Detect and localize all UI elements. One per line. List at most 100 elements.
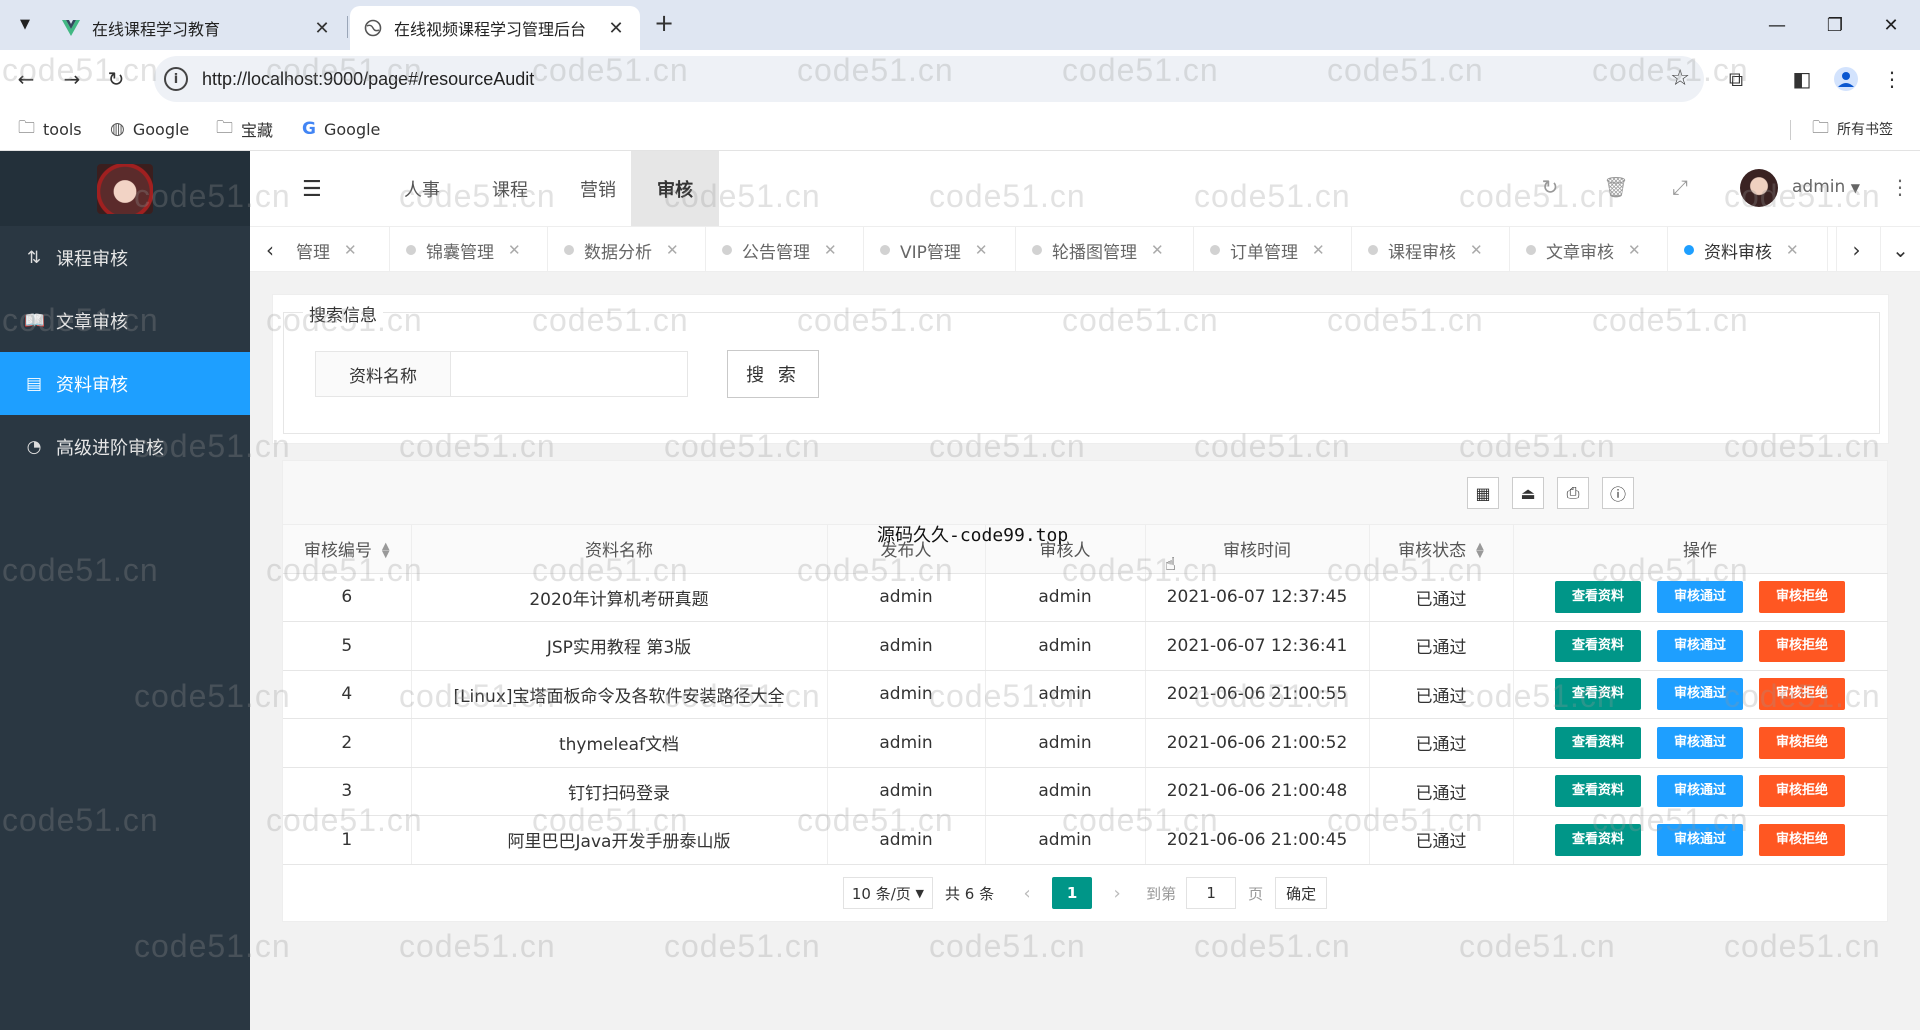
- minimize-icon[interactable]: —: [1748, 0, 1806, 50]
- goto-confirm-button[interactable]: 确定: [1275, 877, 1328, 909]
- page-tab[interactable]: 公告管理 ✕: [706, 227, 864, 271]
- close-icon[interactable]: ✕: [1312, 241, 1325, 259]
- close-icon[interactable]: ✕: [508, 241, 521, 259]
- view-resource-button[interactable]: 查看资料: [1555, 629, 1641, 662]
- page-tab[interactable]: 课程审核 ✕: [1352, 227, 1510, 271]
- per-page-select[interactable]: 10 条/页 ▼: [842, 877, 934, 909]
- close-icon[interactable]: ✕: [1786, 241, 1799, 259]
- bookmark-star-icon[interactable]: ☆: [1670, 66, 1690, 91]
- new-tab-icon[interactable]: +: [650, 10, 678, 38]
- table-row: 3 钉钉扫码登录 admin admin 2021-06-06 21:00:48…: [283, 767, 1888, 816]
- more-vertical-icon[interactable]: ⋮: [1890, 175, 1910, 199]
- address-bar[interactable]: i http://localhost:9000/page#/resourceAu…: [154, 56, 1704, 102]
- sidebar-item-resource-audit[interactable]: ▤ 资料审核: [0, 352, 250, 415]
- reject-button[interactable]: 审核拒绝: [1759, 726, 1845, 759]
- reject-button[interactable]: 审核拒绝: [1759, 581, 1845, 614]
- forward-icon[interactable]: →: [56, 63, 88, 95]
- window-close-icon[interactable]: ✕: [1862, 0, 1920, 50]
- page-tab[interactable]: 管理 ✕: [280, 227, 390, 271]
- tab-search-chevron-icon[interactable]: ▼: [10, 9, 40, 39]
- page-tab-label: 订单管理: [1230, 242, 1298, 263]
- tabs-next-icon[interactable]: ›: [1836, 227, 1876, 271]
- bookmark-tools[interactable]: 🗀 tools: [18, 116, 82, 142]
- sidebar-item-course-audit[interactable]: ⇅ 课程审核: [0, 226, 250, 289]
- page-tab[interactable]: 文章审核 ✕: [1510, 227, 1668, 271]
- close-icon[interactable]: ✕: [824, 241, 837, 259]
- page-tab[interactable]: 订单管理 ✕: [1194, 227, 1352, 271]
- site-info-icon[interactable]: i: [164, 67, 188, 91]
- sort-icon[interactable]: ▲ ▼: [1476, 542, 1484, 560]
- browser-tab-inactive[interactable]: 在线课程学习教育 ✕: [48, 6, 346, 50]
- view-resource-button[interactable]: 查看资料: [1555, 581, 1641, 614]
- all-bookmarks[interactable]: 🗀 所有书签: [1812, 116, 1893, 142]
- prev-page-icon[interactable]: ‹: [1012, 883, 1042, 904]
- sort-icon[interactable]: ▲ ▼: [382, 542, 390, 560]
- topnav-hr[interactable]: 人事: [378, 151, 466, 226]
- export-icon[interactable]: ⏏: [1512, 477, 1544, 509]
- next-page-icon[interactable]: ›: [1102, 883, 1132, 904]
- print-icon[interactable]: ⎙: [1557, 477, 1589, 509]
- refresh-icon[interactable]: ↻: [1536, 175, 1564, 199]
- table-panel: ▦ ⏏ ⎙ ⓘ 源码久久-code99.top 审核编号 ▲ ▼ 资料名称 发布人 …: [282, 460, 1888, 922]
- browser-menu-icon[interactable]: ⋮: [1876, 63, 1908, 95]
- page-tab[interactable]: VIP管理 ✕: [864, 227, 1016, 271]
- profile-icon[interactable]: [1830, 63, 1862, 95]
- approve-button[interactable]: 审核通过: [1657, 629, 1743, 662]
- restore-icon[interactable]: ❐: [1806, 0, 1864, 50]
- tabs-dropdown-icon[interactable]: ⌄: [1880, 227, 1920, 271]
- reject-button[interactable]: 审核拒绝: [1759, 678, 1845, 711]
- extensions-icon[interactable]: ⧉: [1720, 63, 1752, 95]
- close-icon[interactable]: ✕: [1628, 241, 1641, 259]
- topnav-marketing[interactable]: 营销: [554, 151, 642, 226]
- current-page[interactable]: 1: [1052, 877, 1093, 909]
- reject-button[interactable]: 审核拒绝: [1759, 775, 1845, 808]
- sidebar-item-advanced-audit[interactable]: ◔ 高级进阶审核: [0, 415, 250, 478]
- view-resource-button[interactable]: 查看资料: [1555, 678, 1641, 711]
- side-panel-icon[interactable]: ◧: [1786, 63, 1818, 95]
- menu-toggle-icon[interactable]: ☰: [302, 177, 322, 202]
- close-tab-icon[interactable]: ✕: [312, 18, 332, 39]
- close-icon[interactable]: ✕: [344, 241, 357, 259]
- cell-name: JSP实用教程 第3版: [411, 621, 828, 671]
- search-button[interactable]: 搜 索: [727, 350, 819, 398]
- col-audit-id[interactable]: 审核编号 ▲ ▼: [283, 525, 412, 574]
- reject-button[interactable]: 审核拒绝: [1759, 823, 1845, 856]
- sidebar-item-article-audit[interactable]: 📖 文章审核: [0, 289, 250, 352]
- bookmark-google[interactable]: ◍ Google: [110, 116, 189, 142]
- user-menu[interactable]: admin ▼: [1792, 177, 1860, 197]
- topnav-course[interactable]: 课程: [466, 151, 554, 226]
- page-tab[interactable]: 轮播图管理 ✕: [1016, 227, 1194, 271]
- back-icon[interactable]: ←: [10, 63, 42, 95]
- browser-tab-active[interactable]: 在线视频课程学习管理后台 ✕: [350, 6, 640, 50]
- tabs-prev-icon[interactable]: ‹: [250, 227, 290, 271]
- approve-button[interactable]: 审核通过: [1657, 823, 1743, 856]
- fullscreen-icon[interactable]: ⤢: [1666, 175, 1694, 199]
- page-tab[interactable]: 锦囊管理 ✕: [390, 227, 548, 271]
- info-icon[interactable]: ⓘ: [1602, 477, 1634, 509]
- view-resource-button[interactable]: 查看资料: [1555, 823, 1641, 856]
- close-tab-icon[interactable]: ✕: [606, 18, 626, 39]
- bookmark-google-2[interactable]: G Google: [302, 116, 380, 142]
- approve-button[interactable]: 审核通过: [1657, 678, 1743, 711]
- reload-icon[interactable]: ↻: [100, 63, 132, 95]
- approve-button[interactable]: 审核通过: [1657, 726, 1743, 759]
- col-audit-status[interactable]: 审核状态 ▲ ▼: [1369, 525, 1514, 574]
- reject-button[interactable]: 审核拒绝: [1759, 629, 1845, 662]
- columns-filter-icon[interactable]: ▦: [1467, 477, 1499, 509]
- close-icon[interactable]: ✕: [666, 241, 679, 259]
- approve-button[interactable]: 审核通过: [1657, 581, 1743, 614]
- resource-name-input[interactable]: [450, 351, 688, 397]
- bookmark-treasure[interactable]: 🗀 宝藏: [216, 116, 273, 142]
- topnav-audit[interactable]: 审核: [631, 151, 719, 226]
- user-avatar[interactable]: [1740, 169, 1778, 207]
- page-tab[interactable]: 数据分析 ✕: [548, 227, 706, 271]
- close-icon[interactable]: ✕: [1151, 241, 1164, 259]
- approve-button[interactable]: 审核通过: [1657, 775, 1743, 808]
- goto-page-input[interactable]: 1: [1186, 877, 1237, 909]
- close-icon[interactable]: ✕: [975, 241, 988, 259]
- page-tab-active[interactable]: 资料审核 ✕: [1668, 227, 1828, 271]
- close-icon[interactable]: ✕: [1470, 241, 1483, 259]
- clear-cache-icon[interactable]: 🗑: [1602, 175, 1630, 199]
- view-resource-button[interactable]: 查看资料: [1555, 726, 1641, 759]
- view-resource-button[interactable]: 查看资料: [1555, 775, 1641, 808]
